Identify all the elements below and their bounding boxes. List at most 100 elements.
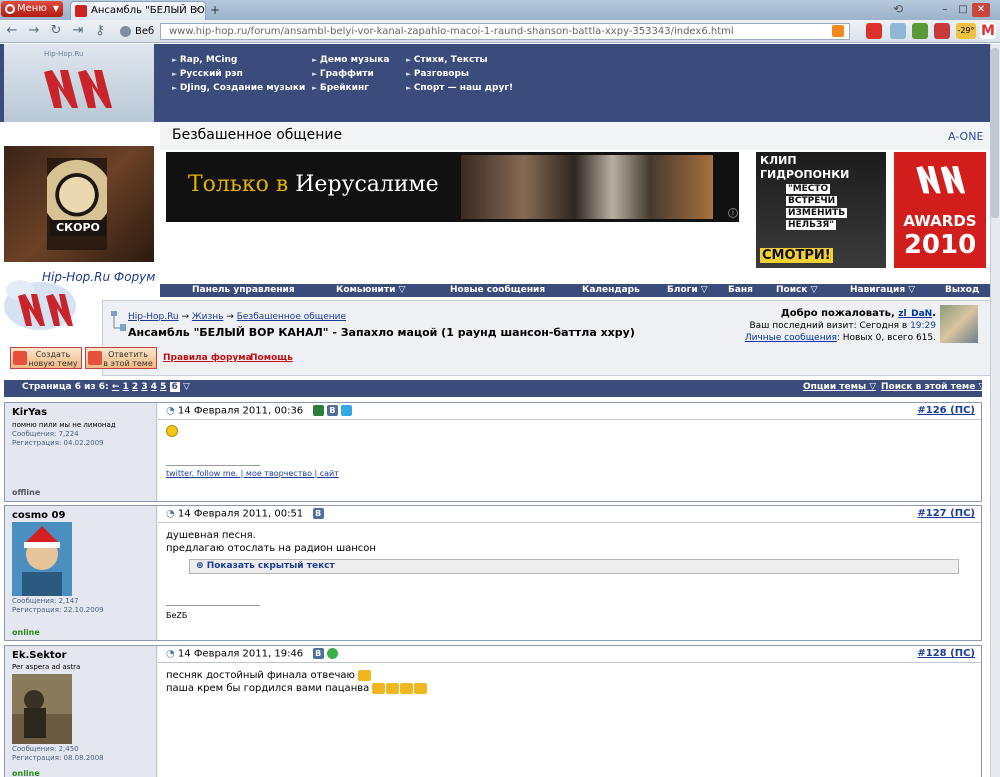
reload-icon[interactable]: ↻	[48, 23, 64, 39]
nav-talks[interactable]: Разговоры	[406, 69, 469, 79]
menu-banya[interactable]: Баня	[728, 284, 753, 297]
post-date: ◔ 14 Февраля 2011, 00:51 B	[166, 508, 324, 520]
home-icon[interactable]	[312, 405, 324, 416]
mail-off-icon[interactable]	[890, 23, 906, 39]
page-link[interactable]: 2	[132, 382, 138, 392]
twitter-icon[interactable]	[341, 405, 353, 416]
post-body: ◔ 14 Февраля 2011, 19:46 B #128 (ПС) пес…	[158, 646, 981, 777]
prev-page-link[interactable]: ←	[112, 382, 120, 392]
rss-icon[interactable]	[832, 25, 844, 37]
reply-button[interactable]: Ответить в этой теме	[85, 347, 157, 369]
post-number-text[interactable]: #128	[917, 648, 946, 659]
nav-rap-mcing[interactable]: Rap, MCing	[172, 55, 238, 65]
new-topic-button[interactable]: Создать новую тему	[10, 347, 82, 369]
menu-navigation[interactable]: Навигация ▽	[850, 284, 915, 297]
menu-community[interactable]: Комьюнити ▽	[336, 284, 405, 297]
gmail-icon[interactable]: M	[980, 23, 996, 39]
page-link[interactable]: 5	[160, 382, 166, 392]
browser-tab[interactable]: Ансамбль "БЕЛЫЙ ВО... ×	[70, 1, 206, 20]
scrollbar-thumb[interactable]	[991, 48, 999, 218]
post-number[interactable]: #127 (ПС)	[917, 508, 975, 519]
welcome-block: Добро пожаловать, zl_DaN. Ваш последний …	[616, 308, 936, 344]
nav-russian-rap[interactable]: Русский рэп	[172, 69, 243, 79]
welcome-username[interactable]: zl_DaN	[898, 309, 932, 319]
menu-user-cp[interactable]: Панель управления	[192, 284, 295, 297]
new-tab-button[interactable]: +	[210, 3, 224, 17]
post-text-line: песняк достойный финала отвечаю	[166, 670, 355, 681]
minimize-button[interactable]: –	[936, 3, 954, 17]
hiphop-logo-icon[interactable]	[38, 62, 116, 114]
page-link[interactable]: 4	[151, 382, 157, 392]
private-messages-link[interactable]: Личные сообщения	[745, 333, 837, 343]
nav-djing[interactable]: DJing, Создание музыки	[172, 83, 305, 93]
menu-search[interactable]: Поиск ▽	[776, 284, 818, 297]
breadcrumb-life[interactable]: Жизнь	[192, 312, 224, 322]
nav-demo-music[interactable]: Демо музыка	[312, 55, 390, 65]
close-button[interactable]: ✕	[972, 3, 990, 17]
post-ps-link[interactable]: (ПС)	[950, 508, 975, 519]
post-content: душевная песня. предлагаю отослать на ра…	[166, 529, 376, 555]
post-number-text[interactable]: #127	[917, 508, 946, 519]
widget-icon[interactable]	[934, 23, 950, 39]
post-divider	[158, 522, 981, 523]
search-thread-link[interactable]: Поиск в этой теме ▽	[881, 382, 985, 392]
post-author[interactable]: KirYas	[12, 407, 47, 418]
post-icon: ◔	[166, 508, 175, 520]
help-link[interactable]: Помощь	[250, 353, 293, 363]
back-icon[interactable]: ←	[4, 23, 20, 39]
forum-rules-link[interactable]: Правила форума	[163, 353, 252, 363]
forward-icon[interactable]: →	[26, 23, 42, 39]
awards-banner-ad[interactable]: AWARDS 2010	[894, 152, 986, 268]
spoiler-toggle[interactable]: ⊕ Показать скрытый текст	[189, 559, 959, 574]
thread-options-link[interactable]: Опции темы ▽	[803, 382, 876, 392]
menu-logout[interactable]: Выход	[945, 284, 979, 297]
notes-icon[interactable]	[912, 23, 928, 39]
breadcrumb-root[interactable]: Hip-Hop.Ru	[128, 312, 179, 322]
trash-icon[interactable]: ⟲	[893, 2, 903, 16]
opera-menu-button[interactable]: Меню ▼	[1, 1, 63, 17]
address-bar[interactable]: www.hip-hop.ru/forum/ansambl-belyi-vor-k…	[160, 23, 850, 40]
menu-new-posts[interactable]: Новые сообщения	[450, 284, 545, 297]
menu-blogs[interactable]: Блоги ▽	[667, 284, 708, 297]
breadcrumb-tree-icon	[111, 311, 126, 331]
user-avatar[interactable]	[12, 674, 72, 744]
clover-icon[interactable]	[326, 648, 338, 659]
vk-icon[interactable]: B	[312, 508, 324, 519]
clip-banner-ad[interactable]: КЛИП ГИДРОПОНКИ "МЕСТО ВСТРЕЧИ ИЗМЕНИТЬ …	[756, 152, 886, 268]
post-ps-link[interactable]: (ПС)	[950, 405, 975, 416]
nav-breaking[interactable]: Брейкинг	[312, 83, 369, 93]
post-number[interactable]: #126 (ПС)	[917, 405, 975, 416]
user-title: Per aspera ad astra	[12, 663, 81, 671]
spoiler-icon: ⊕	[196, 561, 207, 571]
post-number[interactable]: #128 (ПС)	[917, 648, 975, 659]
page-jump-icon[interactable]: ▽	[183, 382, 190, 392]
nav-lyrics[interactable]: Стихи, Тексты	[406, 55, 488, 65]
ad-info-icon[interactable]: i	[728, 208, 738, 218]
search-engine-button[interactable]: Веб	[117, 23, 157, 40]
post-signature[interactable]: twitter. follow me. | мое творчество | с…	[166, 469, 339, 478]
vk-icon[interactable]: B	[312, 648, 324, 659]
user-avatar[interactable]	[12, 522, 72, 596]
vk-icon[interactable]: B	[326, 405, 338, 416]
page-link[interactable]: 3	[141, 382, 147, 392]
weather-badge[interactable]: -29°	[956, 23, 976, 39]
nav-graffiti[interactable]: Граффити	[312, 69, 374, 79]
forum-label[interactable]: Hip-Hop.Ru Форум	[42, 270, 155, 284]
thumbs-up-icon	[400, 682, 414, 694]
speed-dial-icon[interactable]	[866, 23, 882, 39]
post-author[interactable]: cosmo 09	[12, 510, 65, 521]
post-author[interactable]: Ek.Sektor	[12, 650, 67, 661]
post-ps-link[interactable]: (ПС)	[950, 648, 975, 659]
tab-close-icon[interactable]: ×	[194, 2, 202, 20]
breadcrumb-section[interactable]: Безбашенное общение	[237, 312, 346, 322]
fast-forward-icon[interactable]: ⇥	[70, 23, 86, 39]
nav-sport[interactable]: Спорт — наш друг!	[406, 83, 513, 93]
post-number-text[interactable]: #126	[917, 405, 946, 416]
page-link[interactable]: 1	[123, 382, 129, 392]
key-icon[interactable]: ⚷	[92, 23, 108, 39]
current-user-avatar[interactable]	[940, 305, 978, 343]
menu-calendar[interactable]: Календарь	[582, 284, 640, 297]
section-right-label[interactable]: A-ONE	[948, 130, 983, 143]
user-messages-count: Сообщения: 2,147	[12, 597, 79, 605]
maximize-button[interactable]: □	[954, 3, 972, 17]
